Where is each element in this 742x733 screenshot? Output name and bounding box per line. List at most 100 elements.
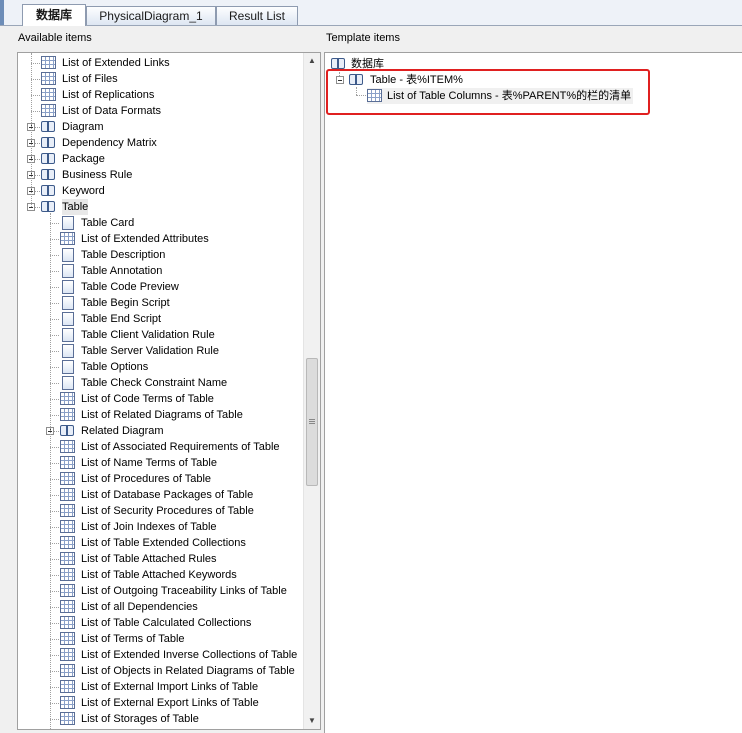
tree-item-label: List of Table Extended Collections <box>81 537 246 549</box>
tree-item[interactable]: List of Procedures of Table <box>18 471 302 487</box>
grid-icon <box>60 392 75 405</box>
tree-connector <box>50 319 59 320</box>
tree-item[interactable]: Table End Script <box>18 311 302 327</box>
tree-item-label: Diagram <box>62 121 104 133</box>
scroll-down-arrow-icon[interactable]: ▼ <box>304 713 320 729</box>
tree-item[interactable]: List of Associated Requirements of Table <box>18 439 302 455</box>
document-icon <box>62 216 74 230</box>
tree-item[interactable]: Table Card <box>18 215 302 231</box>
tree-item-label: List of Storages of Table <box>81 713 199 725</box>
tree-connector <box>31 53 32 207</box>
tree-item[interactable]: List of Name Terms of Table <box>18 455 302 471</box>
tree-item[interactable]: Table Begin Script <box>18 295 302 311</box>
tab-result-list[interactable]: Result List <box>216 6 298 25</box>
tree-item[interactable]: Related Diagram <box>18 423 302 439</box>
grid-icon <box>60 648 75 661</box>
tree-item[interactable]: List of Extended Links <box>18 55 302 71</box>
tree-connector <box>31 63 40 64</box>
scroll-thumb[interactable] <box>306 358 318 486</box>
tree-item[interactable]: List of Files <box>18 71 302 87</box>
tab-physical-diagram[interactable]: PhysicalDiagram_1 <box>86 6 216 25</box>
document-icon <box>62 264 74 278</box>
tree-item[interactable]: List of Replications <box>18 87 302 103</box>
document-icon <box>62 328 74 342</box>
tree-item-label: List of Security Procedures of Table <box>81 505 254 517</box>
tree-item-label: List of Code Terms of Table <box>81 393 214 405</box>
tree-item[interactable]: List of Code Terms of Table <box>18 391 302 407</box>
tree-connector <box>50 623 59 624</box>
grid-icon <box>60 456 75 469</box>
tree-item[interactable]: List of Related Diagrams of Table <box>18 407 302 423</box>
tree-item-label: Table <box>62 199 89 215</box>
tree-item-label: List of Table Calculated Collections <box>81 617 252 629</box>
tree-item[interactable]: List of External Import Links of Table <box>18 679 302 695</box>
tree-item[interactable]: List of Join Indexes of Table <box>18 519 302 535</box>
grid-icon <box>60 472 75 485</box>
tree-item[interactable]: Table Annotation <box>18 263 302 279</box>
tree-item[interactable]: List of Table Attached Rules <box>18 551 302 567</box>
tree-connector <box>50 559 59 560</box>
available-items-tree[interactable]: List of Extended Links List of Files List … <box>17 52 321 730</box>
tree-connector <box>50 383 59 384</box>
tree-item-label: Table Code Preview <box>81 281 179 293</box>
highlight-annotation <box>326 69 650 115</box>
tree-item[interactable]: List of Extended Attributes <box>18 231 302 247</box>
tree-item[interactable]: List of Outgoing Traceability Links of T… <box>18 583 302 599</box>
tree-item-label: List of Objects in Related Diagrams of T… <box>81 665 295 677</box>
grid-icon <box>60 536 75 549</box>
tree-item[interactable]: List of Extended Inverse Collections of … <box>18 647 302 663</box>
tree-item[interactable]: Table Options <box>18 359 302 375</box>
tree-connector <box>50 399 59 400</box>
tab-database[interactable]: 数据库 <box>22 4 86 26</box>
tree-item[interactable]: Table Server Validation Rule <box>18 343 302 359</box>
tree-item[interactable]: List of Database Packages of Table <box>18 487 302 503</box>
tree-item-label: Table Card <box>81 217 135 229</box>
tree-item[interactable]: Diagram <box>18 119 302 135</box>
tree-item[interactable]: List of Table Extended Collections <box>18 535 302 551</box>
tree-connector <box>50 303 59 304</box>
tree-item-label: List of Associated Requirements of Table <box>81 441 280 453</box>
tab-bar-divider <box>0 25 742 26</box>
tree-item[interactable]: Keyword <box>18 183 302 199</box>
tree-item-label: List of Table Attached Keywords <box>81 569 237 581</box>
grid-icon <box>60 632 75 645</box>
grid-icon <box>60 488 75 501</box>
tree-item[interactable]: List of all Dependencies <box>18 599 302 615</box>
tree-item[interactable]: List of External Export Links of Table <box>18 695 302 711</box>
tree-item-label: List of all Dependencies <box>81 601 198 613</box>
tree-item[interactable]: List of Table Calculated Collections <box>18 615 302 631</box>
grid-icon <box>60 408 75 421</box>
tree-item[interactable]: Table Client Validation Rule <box>18 327 302 343</box>
tree-item[interactable]: Table Description <box>18 247 302 263</box>
grid-icon <box>60 504 75 517</box>
tree-connector <box>50 367 59 368</box>
tree-item-label: List of Name Terms of Table <box>81 457 217 469</box>
vertical-scrollbar[interactable]: ▲ ▼ <box>303 53 320 729</box>
tree-item[interactable]: Package <box>18 151 302 167</box>
scroll-up-arrow-icon[interactable]: ▲ <box>304 53 320 69</box>
tree-item[interactable]: Dependency Matrix <box>18 135 302 151</box>
tree-item[interactable]: List of Security Procedures of Table <box>18 503 302 519</box>
tree-item[interactable]: List of Terms of Table <box>18 631 302 647</box>
tree-item[interactable]: List of Table Attached Keywords <box>18 567 302 583</box>
grid-icon <box>60 696 75 709</box>
document-icon <box>62 280 74 294</box>
tree-item[interactable]: Business Rule <box>18 167 302 183</box>
tree-connector <box>50 639 59 640</box>
tree-item[interactable]: List of Storages of Table <box>18 711 302 727</box>
document-icon <box>62 360 74 374</box>
tree-item[interactable]: List of Data Formats <box>18 103 302 119</box>
tree-connector <box>31 79 40 80</box>
grid-icon <box>60 712 75 725</box>
tree-item[interactable]: Table Check Constraint Name <box>18 375 302 391</box>
tree-item[interactable]: Table Code Preview <box>18 279 302 295</box>
tab-bar: 数据库 PhysicalDiagram_1 Result List <box>0 0 742 26</box>
tree-connector <box>31 111 40 112</box>
available-items-list: List of Extended Links List of Files List … <box>18 53 304 729</box>
tree-item-label: Table End Script <box>81 313 162 325</box>
template-items-tree[interactable]: 数据库 Table - 表%ITEM% List of Table Column… <box>324 52 742 733</box>
tree-item[interactable]: List of Objects in Related Diagrams of T… <box>18 663 302 679</box>
tree-item-label: List of Terms of Table <box>81 633 185 645</box>
available-items-label: Available items <box>18 32 92 44</box>
tree-item[interactable]: Table <box>18 199 302 215</box>
